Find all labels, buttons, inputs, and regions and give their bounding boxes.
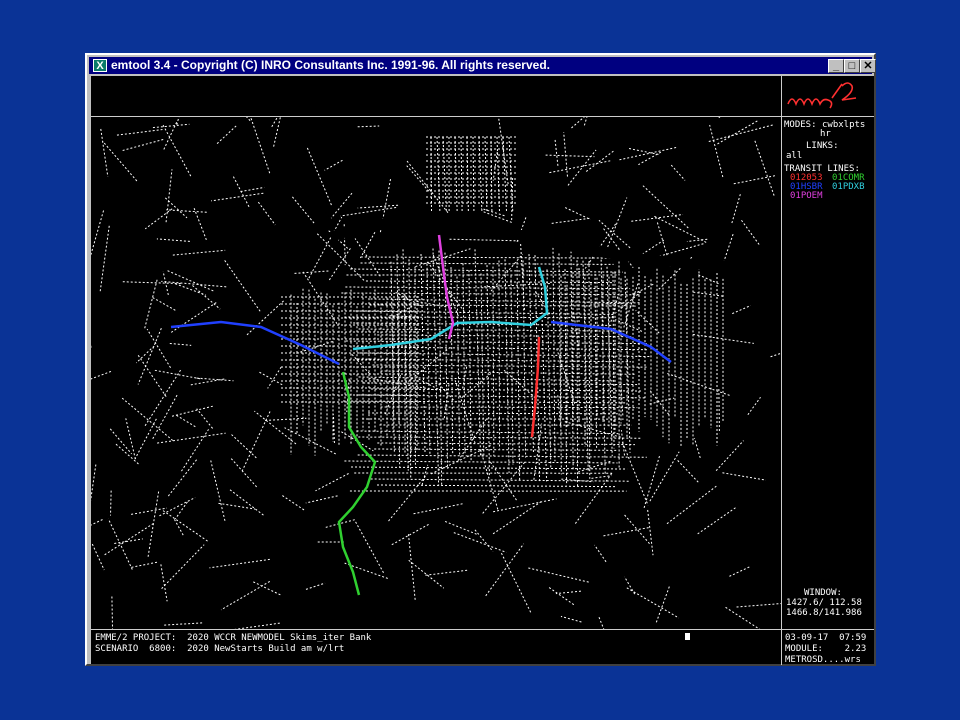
graphics-area: MODES: cwbxlpts hr LINKS: all TRANSIT LI… bbox=[91, 76, 874, 665]
app-icon[interactable]: X bbox=[93, 59, 107, 72]
window-coords-2: 1466.8/141.986 bbox=[786, 608, 862, 618]
transit-line-name: 01PDXB bbox=[832, 182, 865, 192]
prompt-area bbox=[91, 76, 781, 117]
side-panel: MODES: cwbxlpts hr LINKS: all TRANSIT LI… bbox=[781, 76, 874, 629]
emtool-window: X emtool 3.4 - Copyright (C) INRO Consul… bbox=[85, 53, 876, 666]
title-bar[interactable]: X emtool 3.4 - Copyright (C) INRO Consul… bbox=[89, 57, 876, 74]
window-coords-1: 1427.6/ 112.58 bbox=[786, 598, 862, 608]
network-plot bbox=[91, 117, 781, 629]
transit-line-01COMR bbox=[337, 371, 377, 596]
window-label: WINDOW: bbox=[804, 588, 842, 598]
module-number: MODULE: 2.23 bbox=[785, 644, 867, 654]
emme2-logo-script bbox=[787, 82, 857, 109]
status-area: EMME/2 PROJECT: 2020 WCCR NEWMODEL Skims… bbox=[91, 629, 874, 665]
road-network bbox=[91, 117, 781, 629]
transit-line-name: 01POEM bbox=[790, 191, 823, 201]
user-id: METROSD....wrs bbox=[785, 655, 861, 665]
modes-value-2: hr bbox=[820, 129, 831, 139]
window-title: emtool 3.4 - Copyright (C) INRO Consulta… bbox=[111, 58, 550, 72]
minimize-button[interactable]: _ bbox=[828, 59, 844, 73]
text-cursor bbox=[685, 633, 690, 640]
maximize-button[interactable]: □ bbox=[844, 59, 860, 73]
emme2-logo bbox=[782, 76, 874, 117]
network-map[interactable] bbox=[91, 117, 781, 629]
links-label: LINKS: bbox=[806, 141, 839, 151]
modes-label: MODES: bbox=[784, 120, 817, 130]
links-value: all bbox=[786, 151, 803, 161]
session-info: 03-09-17 07:59 MODULE: 2.23 METROSD....w… bbox=[785, 633, 866, 666]
project-line: EMME/2 PROJECT: 2020 WCCR NEWMODEL Skims… bbox=[95, 633, 372, 643]
close-button[interactable]: ✕ bbox=[860, 59, 876, 73]
project-info: EMME/2 PROJECT: 2020 WCCR NEWMODEL Skims… bbox=[95, 633, 371, 655]
date-time: 03-09-17 07:59 bbox=[785, 633, 867, 643]
scenario-line: SCENARIO 6800: 2020 NewStarts Build am w… bbox=[95, 644, 345, 654]
status-right: 03-09-17 07:59 MODULE: 2.23 METROSD....w… bbox=[781, 630, 874, 665]
transit-line-012053 bbox=[530, 336, 541, 438]
river bbox=[329, 214, 781, 272]
